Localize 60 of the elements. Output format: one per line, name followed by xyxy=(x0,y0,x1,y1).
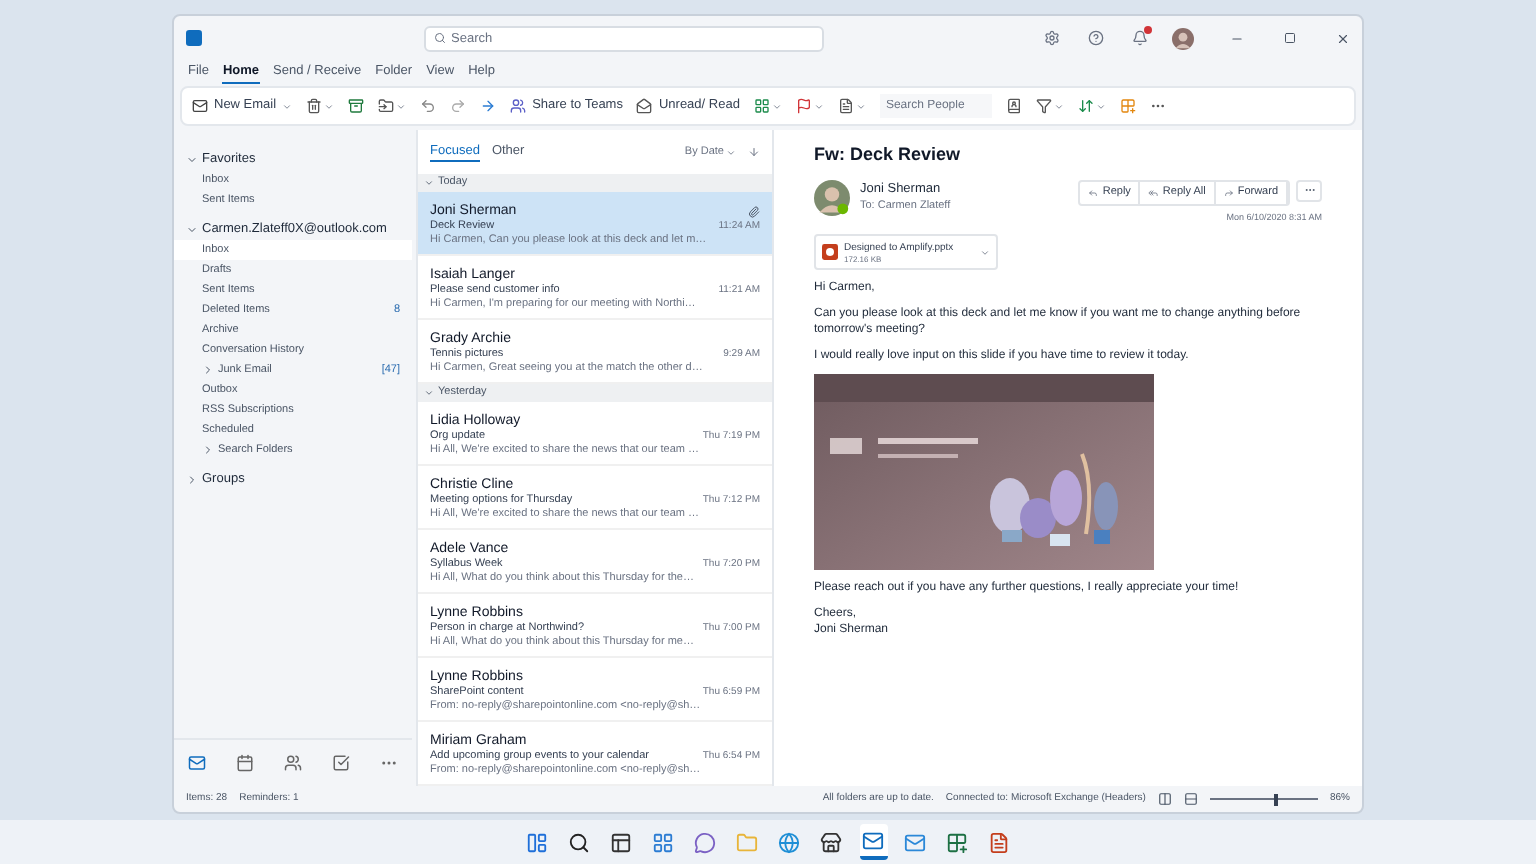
ribbon-icon-button[interactable] xyxy=(378,98,407,114)
mail-icon xyxy=(192,98,208,114)
caret-icon xyxy=(396,101,407,111)
reply-icon xyxy=(1088,187,1099,197)
tasks-icon[interactable] xyxy=(331,754,350,772)
grid-icon xyxy=(753,98,770,114)
caret-icon xyxy=(282,101,293,111)
ribbon-icon-button[interactable] xyxy=(348,98,365,114)
email-subject: Fw: Deck Review xyxy=(814,142,963,168)
mail-icon[interactable] xyxy=(188,754,207,772)
caret-icon xyxy=(1053,101,1064,111)
ribbon-icon-button[interactable] xyxy=(753,98,782,114)
ribbon-icon-button[interactable] xyxy=(306,98,335,114)
ribbon-icon-button[interactable] xyxy=(1005,98,1022,114)
maximize-icon[interactable] xyxy=(1284,32,1296,44)
notification-icon[interactable] xyxy=(1132,30,1148,46)
sort-icon xyxy=(1077,98,1094,114)
ribbon-icon-button[interactable] xyxy=(480,98,497,114)
search-icon xyxy=(433,32,445,44)
sender-avatar xyxy=(814,179,850,215)
caret-icon xyxy=(726,147,736,157)
mail-app-icon[interactable] xyxy=(859,824,887,860)
ribbon-icon-button[interactable] xyxy=(420,98,437,114)
caret-icon xyxy=(813,101,824,111)
zoom-slider[interactable] xyxy=(1209,793,1318,805)
caret-icon[interactable] xyxy=(980,247,990,258)
ribbon-icon-button[interactable] xyxy=(1035,98,1064,114)
folder-icon xyxy=(378,98,395,114)
settings-icon[interactable] xyxy=(1044,30,1060,46)
address-book-icon xyxy=(1005,98,1022,114)
normal-view-icon[interactable] xyxy=(1157,792,1172,806)
help-icon[interactable] xyxy=(1088,30,1104,46)
app-logo-icon xyxy=(186,30,202,46)
archive-icon xyxy=(348,98,365,114)
redo-icon xyxy=(450,98,467,114)
add-grid-icon xyxy=(1119,98,1136,114)
avatar-icon[interactable] xyxy=(1172,27,1194,49)
arrow-right-icon xyxy=(480,98,497,114)
calendar-icon[interactable] xyxy=(236,754,255,772)
envelope-icon xyxy=(636,98,653,114)
reply-all-icon xyxy=(1148,187,1159,197)
reading-view-icon[interactable] xyxy=(1183,792,1198,806)
document-icon xyxy=(837,98,854,114)
sort-direction-icon[interactable] xyxy=(748,146,760,158)
ribbon-icon-button[interactable] xyxy=(795,98,824,114)
caret-icon xyxy=(771,101,782,111)
undo-icon xyxy=(420,98,437,114)
ribbon-icon-button[interactable] xyxy=(837,98,866,114)
close-icon[interactable] xyxy=(1336,31,1350,45)
people-icon xyxy=(510,98,527,114)
filter-icon xyxy=(1035,98,1052,114)
presentation-file-icon xyxy=(822,244,838,261)
forward-icon xyxy=(1223,187,1234,197)
ribbon-icon-button[interactable] xyxy=(1077,98,1106,114)
people-icon[interactable] xyxy=(283,754,302,772)
caret-icon xyxy=(1095,101,1106,111)
caret-icon xyxy=(324,101,335,111)
flag-icon xyxy=(795,98,812,114)
caret-icon xyxy=(855,101,866,111)
trash-icon xyxy=(306,98,323,114)
